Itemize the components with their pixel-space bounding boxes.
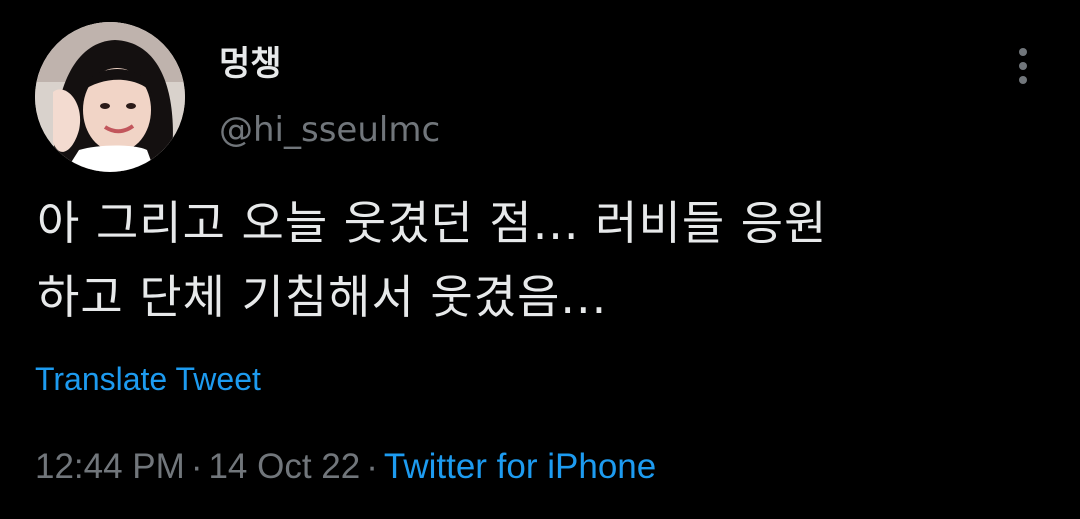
tweet-text-line: 아 그리고 오늘 웃겼던 점... 러비들 응원	[37, 196, 828, 250]
separator: ·	[366, 447, 378, 486]
tweet-source-link[interactable]: Twitter for iPhone	[384, 447, 656, 486]
profile-photo-icon	[35, 22, 185, 172]
more-options-button[interactable]	[1008, 44, 1038, 88]
separator: ·	[190, 447, 203, 486]
more-vertical-icon	[1019, 48, 1027, 84]
tweet-text: 아 그리고 오늘 웃겼던 점... 러비들 응원 하고 단체 기침해서 웃겼음.…	[37, 186, 1047, 334]
tweet-metadata: 12:44 PM · 14 Oct 22 · Twitter for iPhone	[35, 443, 656, 491]
author-handle[interactable]: @hi_sseulmc	[219, 108, 440, 152]
author-display-name[interactable]: 멍챙	[219, 42, 282, 86]
tweet-time[interactable]: 12:44 PM	[35, 447, 185, 486]
tweet-date[interactable]: 14 Oct 22	[208, 447, 360, 486]
tweet-detail: 멍챙 @hi_sseulmc 아 그리고 오늘 웃겼던 점... 러비들 응원 …	[0, 0, 1080, 519]
tweet-text-line: 하고 단체 기침해서 웃겼음...	[37, 270, 608, 324]
avatar[interactable]	[35, 22, 185, 172]
translate-tweet-link[interactable]: Translate Tweet	[35, 357, 261, 401]
